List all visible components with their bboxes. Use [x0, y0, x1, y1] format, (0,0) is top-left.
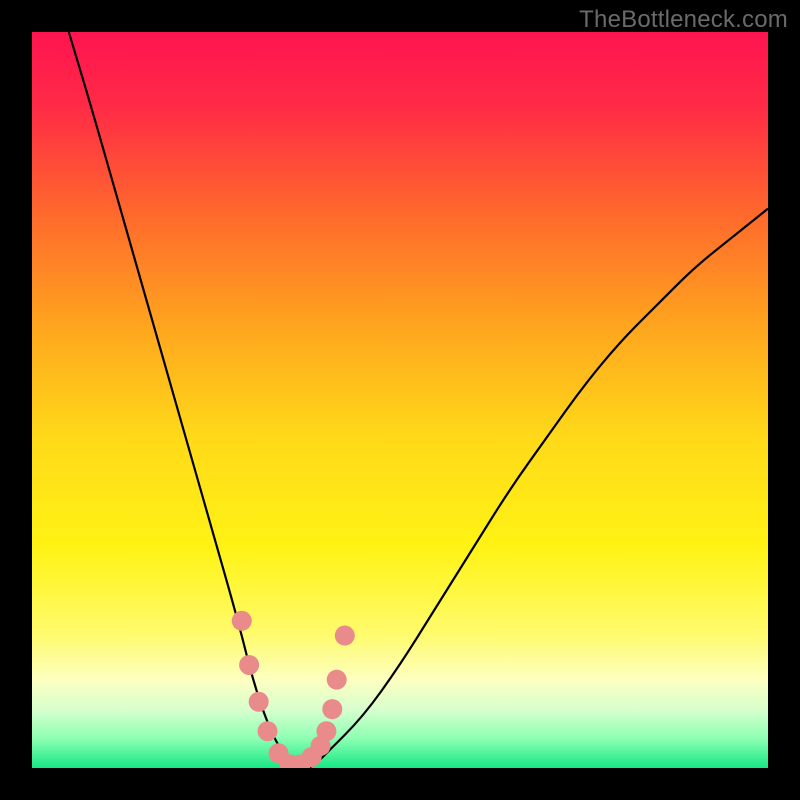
marker-dot: [258, 721, 278, 741]
curve-layer: [32, 32, 768, 768]
chart-frame: TheBottleneck.com: [0, 0, 800, 800]
marker-dot: [249, 692, 269, 712]
marker-dot: [327, 670, 347, 690]
marker-dot: [239, 655, 259, 675]
bottleneck-curve: [69, 32, 768, 768]
marker-dot: [322, 699, 342, 719]
marker-dot: [232, 611, 252, 631]
marker-dot: [335, 626, 355, 646]
marker-dot: [316, 721, 336, 741]
plot-area: [32, 32, 768, 768]
watermark-text: TheBottleneck.com: [579, 6, 788, 34]
